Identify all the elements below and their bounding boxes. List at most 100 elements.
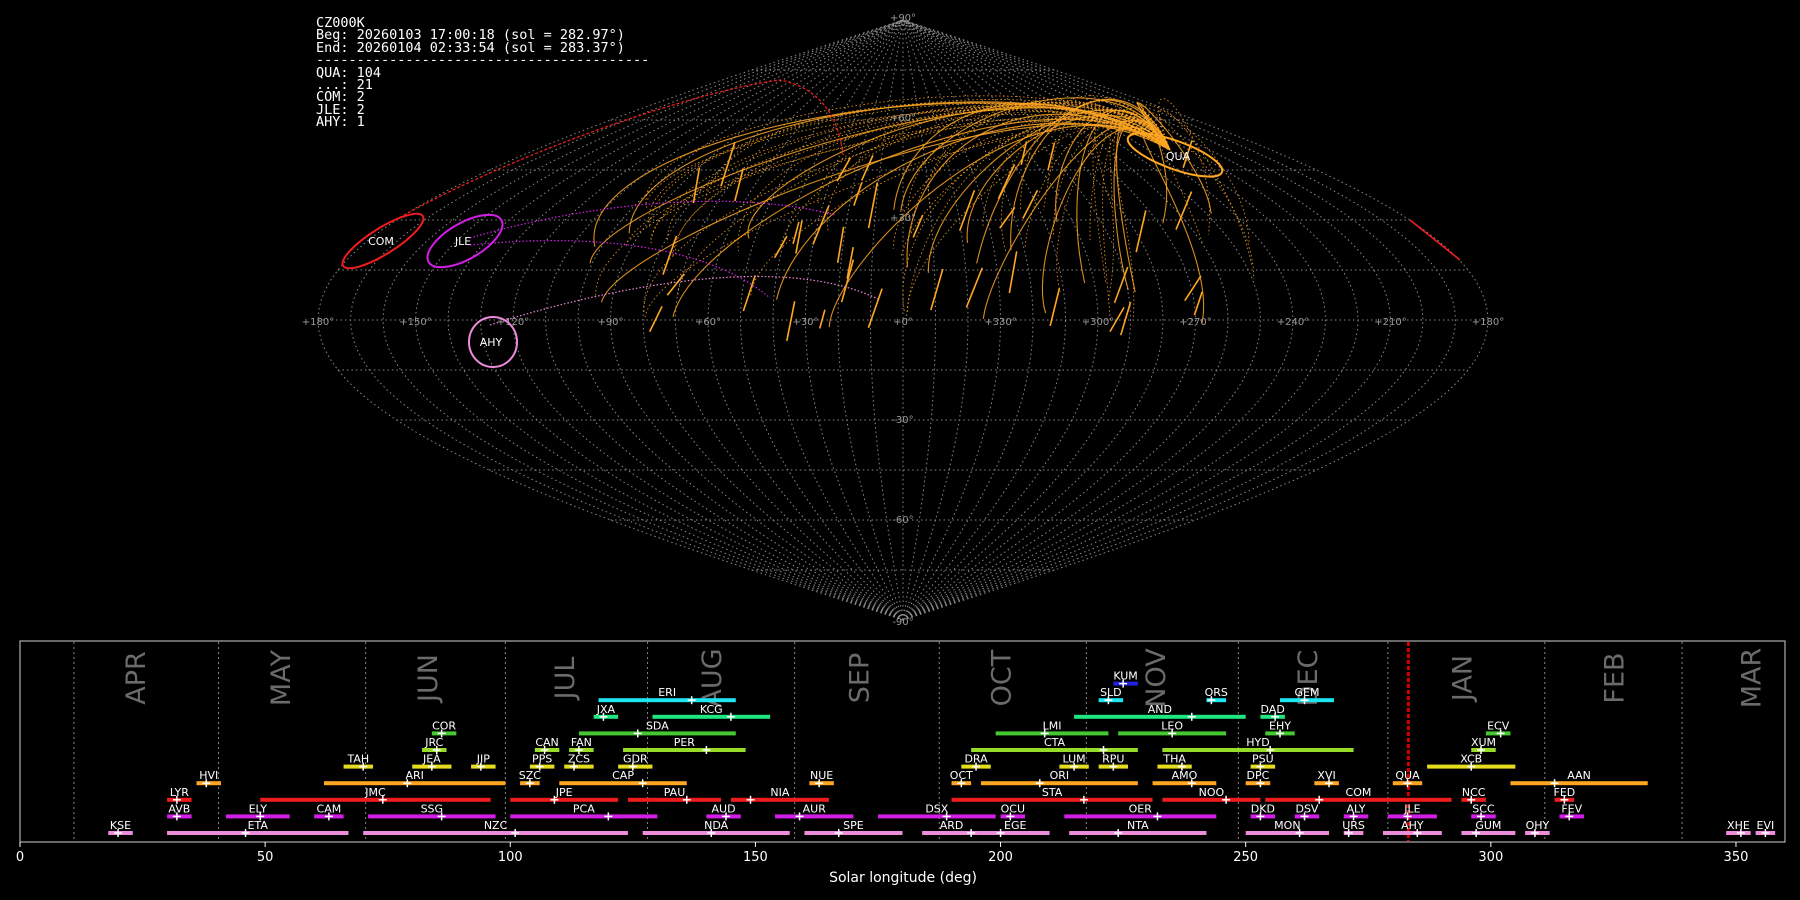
shower-label: JMC	[364, 786, 386, 799]
month-label: MAY	[266, 649, 297, 706]
shower-label: ALY	[1347, 802, 1366, 815]
shower-label: GEM	[1294, 686, 1319, 699]
shower-cor: COR	[431, 719, 456, 738]
latitude-label: +90°	[890, 13, 916, 24]
shower-label: DKD	[1251, 802, 1275, 815]
shower-label: AUD	[712, 802, 736, 815]
shower-dad: DAD	[1260, 703, 1285, 721]
shower-cam: CAM	[314, 802, 344, 821]
x-axis: 0 50 100 150 200 250 300 350	[16, 842, 1748, 865]
x-tick-label: 300	[1478, 850, 1503, 865]
month-label: JAN	[1447, 655, 1478, 703]
shower-label: OCT	[950, 769, 973, 782]
shower-label: AUR	[803, 802, 827, 815]
shower-ehy: EHY	[1265, 719, 1295, 738]
shower-label: SPE	[843, 819, 864, 832]
shower-timeline: APR MAY JUN JUL AUG SEP OCT NOV DEC JAN FEB MAR KUM…	[16, 640, 1786, 886]
shower-scc: SCC	[1471, 802, 1496, 821]
shower-label: ERI	[658, 686, 676, 699]
shower-label: KCG	[700, 703, 723, 716]
shower-label: COR	[432, 719, 456, 732]
shower-label: FEV	[1561, 802, 1582, 815]
meteor-track	[644, 127, 1171, 321]
shower-label: PER	[674, 736, 696, 749]
shower-lum: LUM	[1059, 753, 1089, 771]
shower-ocu: OCU	[1000, 802, 1026, 821]
shower-label: SLD	[1100, 686, 1122, 699]
latitude-label: -30°	[892, 415, 913, 426]
shower-label: STA	[1042, 786, 1063, 799]
meteor-track-segment	[997, 164, 1015, 200]
shower-label: ORI	[1050, 769, 1070, 782]
shower-label: KSE	[110, 819, 131, 832]
meteor-track-segment	[930, 268, 944, 311]
shower-label: KUM	[1113, 670, 1137, 683]
x-axis-label: Solar longitude (deg)	[829, 870, 977, 886]
meteor-track-segment	[662, 235, 678, 275]
shower-aly: ALY	[1343, 802, 1369, 821]
shower-label: DAD	[1261, 703, 1285, 716]
shower-ors: ORS	[1205, 686, 1228, 705]
shower-hvi: HVI	[196, 769, 222, 788]
shower-label: LYR	[170, 786, 189, 799]
shower-oct: OCT	[950, 769, 973, 788]
shower-label: JXA	[596, 703, 616, 716]
shower-label: XCB	[1460, 753, 1482, 766]
meteor-track-segment	[1049, 288, 1061, 327]
shower-label: SCC	[1472, 802, 1495, 815]
shower-label: LUM	[1063, 753, 1086, 766]
x-tick-label: 150	[743, 850, 768, 865]
shower-label: AVB	[168, 802, 190, 815]
shower-ncc: NCC	[1461, 786, 1486, 804]
shower-label: QUA	[1395, 769, 1420, 782]
shower-zcs: ZCS	[564, 753, 594, 771]
meteor-track	[1141, 104, 1250, 243]
shower-kse: KSE	[108, 819, 133, 837]
shower-label: CAM	[317, 802, 342, 815]
meteor-track-segment	[1184, 275, 1202, 302]
month-label: MAR	[1737, 648, 1768, 709]
shower-jrc: JRC	[422, 736, 447, 754]
shower-label: OHY	[1526, 819, 1550, 832]
longitude-label: +300°	[1082, 317, 1114, 328]
longitude-label: +90°	[597, 317, 623, 328]
shower-fan: FAN	[569, 736, 594, 754]
shower-label: OCU	[1001, 802, 1025, 815]
shower-label: TAH	[346, 753, 369, 766]
shower-label: FAN	[571, 736, 592, 749]
shower-szc: SZC	[519, 769, 542, 788]
shower-label: AMO	[1172, 769, 1198, 782]
meteor-track-segment	[648, 305, 663, 333]
x-tick-label: 100	[498, 850, 523, 865]
shower-rpu: RPU	[1098, 753, 1129, 771]
shower-label: SZC	[519, 769, 542, 782]
shower-kum: KUM	[1113, 670, 1138, 688]
shower-fev: FEV	[1559, 802, 1584, 821]
shower-label: SDA	[646, 719, 669, 732]
shower-label: NTA	[1127, 819, 1149, 832]
shower-nue: NUE	[809, 769, 834, 788]
meteor-track-segment	[867, 288, 883, 329]
shower-label: NOO	[1199, 786, 1225, 799]
radiant-label: QUA	[1166, 150, 1191, 163]
shower-label: HVI	[199, 769, 218, 782]
latitude-label: -60°	[892, 515, 913, 526]
shower-label: PAU	[664, 786, 686, 799]
month-label: SEP	[844, 653, 875, 703]
shower-dra: DRA	[961, 753, 991, 771]
meteor-track	[905, 118, 1171, 326]
shower-label: XUM	[1471, 736, 1496, 749]
shower-dsv: DSV	[1294, 802, 1320, 821]
com-track	[1409, 219, 1461, 261]
shower-label: CAP	[612, 769, 634, 782]
meteor-track	[1102, 128, 1171, 321]
meteor-track-segment	[1135, 210, 1147, 253]
shower-aud: AUD	[706, 802, 741, 821]
shower-label: DRA	[964, 753, 988, 766]
meteor-track-segment	[1113, 266, 1129, 304]
shower-label: AHY	[1401, 819, 1424, 832]
shower-label: NCC	[1462, 786, 1486, 799]
meteor-track-segment	[1193, 291, 1203, 316]
x-tick-label: 200	[988, 850, 1013, 865]
shower-label: FED	[1554, 786, 1576, 799]
